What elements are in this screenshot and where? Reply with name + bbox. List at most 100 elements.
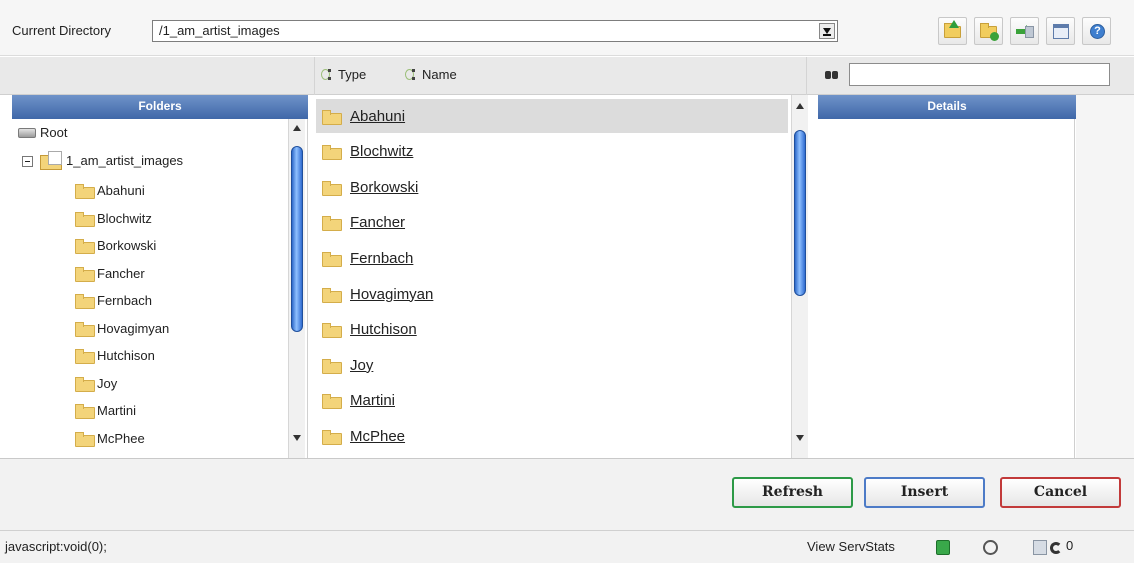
sort-by-type-button[interactable]: Type <box>321 67 366 82</box>
arrow-up-icon <box>949 20 959 28</box>
folder-icon <box>75 349 95 364</box>
list-item[interactable]: Fernbach <box>316 241 788 275</box>
tree-item-label: Martini <box>97 403 137 418</box>
folder-icon <box>322 287 342 303</box>
tree-item-folder[interactable]: McPhee <box>75 431 145 447</box>
list-header-cell <box>315 57 807 95</box>
tree-item-label: Blochwitz <box>97 210 152 226</box>
tree-item-label: Root <box>40 125 68 140</box>
sort-by-name-button[interactable]: Name <box>405 67 457 82</box>
folders-scrollbar[interactable] <box>288 119 305 458</box>
list-item-link[interactable]: Hutchison <box>350 321 417 338</box>
sort-icon <box>321 68 334 81</box>
list-item-link[interactable]: Hovagimyan <box>350 286 433 303</box>
insert-button[interactable]: Insert <box>864 477 985 508</box>
folders-header-cell <box>0 57 315 95</box>
list-item[interactable]: Hovagimyan <box>316 277 788 311</box>
disk-icon[interactable] <box>1033 540 1047 555</box>
status-text: javascript:void(0); <box>5 539 107 554</box>
move-button[interactable] <box>1010 17 1039 45</box>
list-item[interactable]: Martini <box>316 384 788 418</box>
tree-item-label: Fancher <box>97 265 145 281</box>
folder-icon <box>322 145 342 161</box>
tree-item-root[interactable]: Root <box>18 125 67 140</box>
folder-icon <box>322 216 342 232</box>
tree-item-folder[interactable]: Fernbach <box>75 293 152 309</box>
open-folder-icon <box>40 151 62 170</box>
tree-item-folder[interactable]: Borkowski <box>75 238 157 254</box>
tree-item-folder[interactable]: Blochwitz <box>75 210 152 227</box>
folder-icon <box>322 394 342 410</box>
tree-item-folder[interactable]: Hutchison <box>75 348 155 364</box>
folder-icon <box>75 321 95 337</box>
list-item-link[interactable]: Fernbach <box>350 250 413 267</box>
window-button[interactable] <box>1046 17 1075 45</box>
new-folder-button[interactable] <box>974 17 1003 45</box>
file-icon <box>1025 26 1034 38</box>
details-side-area <box>1076 95 1134 458</box>
tree-item-folder[interactable]: Joy <box>75 376 117 392</box>
face-icon[interactable] <box>983 540 998 555</box>
list-item[interactable]: Abahuni <box>316 99 788 133</box>
directory-toolbar: Current Directory /1_am_artist_images ? <box>0 0 1134 56</box>
list-item[interactable]: McPhee <box>316 419 788 453</box>
list-item[interactable]: Fancher <box>316 206 788 240</box>
tree-item-folder[interactable]: Martini <box>75 403 137 419</box>
folder-icon <box>75 211 95 227</box>
plus-icon <box>990 32 999 41</box>
folder-icon <box>322 251 342 267</box>
scroll-thumb[interactable] <box>794 130 806 296</box>
tree-item-folder[interactable]: Hovagimyan <box>75 320 170 337</box>
scroll-down-icon[interactable] <box>293 435 301 441</box>
folder-icon <box>75 376 95 392</box>
list-item-link[interactable]: McPhee <box>350 428 405 445</box>
list-item[interactable]: Hutchison <box>316 313 788 347</box>
current-directory-select[interactable]: /1_am_artist_images <box>152 20 838 42</box>
sort-name-label: Name <box>422 67 457 82</box>
book-icon[interactable] <box>936 540 950 555</box>
drive-icon <box>18 127 36 138</box>
status-counter: 0 <box>1066 538 1074 553</box>
folder-icon <box>75 184 95 199</box>
list-item-link[interactable]: Blochwitz <box>350 143 413 160</box>
folder-icon <box>322 429 342 445</box>
folder-up-button[interactable] <box>938 17 967 45</box>
tree-item-label: 1_am_artist_images <box>66 152 184 168</box>
scroll-thumb[interactable] <box>291 146 303 332</box>
search-input[interactable] <box>849 63 1110 86</box>
tree-item-label: Fernbach <box>97 293 152 308</box>
list-item-link[interactable]: Martini <box>350 392 395 409</box>
cancel-button[interactable]: Cancel <box>1000 477 1121 508</box>
view-servstats-link[interactable]: View ServStats <box>807 539 895 554</box>
list-item-link[interactable]: Joy <box>350 357 373 374</box>
folders-panel-title: Folders <box>12 95 308 119</box>
list-item-link[interactable]: Abahuni <box>350 108 405 125</box>
help-button[interactable]: ? <box>1082 17 1111 45</box>
folder-icon <box>322 323 342 339</box>
list-item-link[interactable]: Borkowski <box>350 179 418 196</box>
tree-item-label: Borkowski <box>97 238 157 253</box>
tree-item-folder[interactable]: Fancher <box>75 265 145 282</box>
list-item[interactable]: Blochwitz <box>316 135 788 169</box>
file-list-scrollbar[interactable] <box>791 95 808 458</box>
folder-icon <box>75 266 95 282</box>
scroll-up-icon[interactable] <box>293 125 301 131</box>
tree-item-label: Hovagimyan <box>97 320 170 336</box>
list-item-link[interactable]: Fancher <box>350 214 405 231</box>
list-item[interactable]: Borkowski <box>316 170 788 204</box>
scroll-up-icon[interactable] <box>796 103 804 109</box>
folder-icon <box>75 404 95 419</box>
details-panel-title: Details <box>818 95 1076 119</box>
tree-item-current[interactable]: 1_am_artist_images <box>40 151 184 170</box>
cookie-icon[interactable] <box>1050 542 1062 554</box>
scroll-down-icon[interactable] <box>796 435 804 441</box>
details-pane <box>818 95 1075 458</box>
folders-pane <box>0 95 308 458</box>
tree-item-folder[interactable]: Abahuni <box>75 183 145 199</box>
dropdown-arrow-icon[interactable] <box>819 23 835 39</box>
refresh-button[interactable]: Refresh <box>732 477 853 508</box>
collapse-icon[interactable] <box>22 156 33 167</box>
folder-icon <box>75 294 95 309</box>
current-directory-value: /1_am_artist_images <box>159 23 280 38</box>
list-item[interactable]: Joy <box>316 348 788 382</box>
